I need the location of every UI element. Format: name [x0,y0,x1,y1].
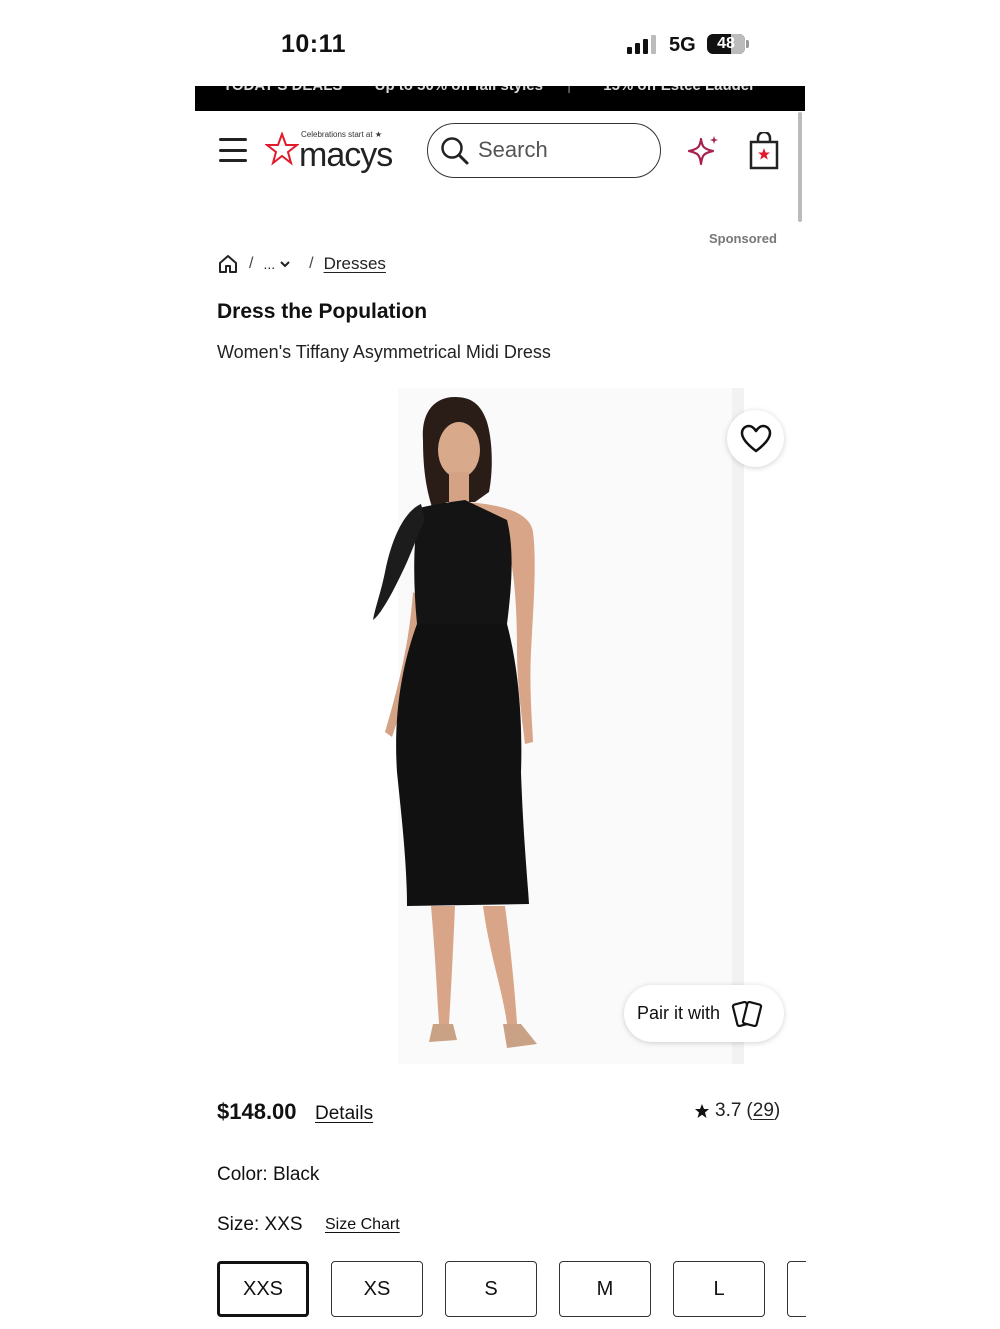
search-icon [441,137,469,165]
product-title: Women's Tiffany Asymmetrical Midi Dress [217,342,551,362]
battery-level: 48 [717,35,735,52]
promo-item[interactable]: 15% off Estée Lauder [603,86,755,94]
size-option-xs[interactable]: XS [331,1261,423,1317]
product-brand[interactable]: Dress the Population [217,300,427,324]
heart-icon [740,424,771,452]
promo-banner[interactable]: TODAY'S DEALS Up to 50% off fall styles … [195,86,805,111]
pair-it-with-label: Pair it with [637,1003,721,1023]
selected-color-label: Color: Black [217,1164,320,1185]
promo-item[interactable]: TODAY'S DEALS [223,86,342,94]
promo-separator: | [567,86,571,94]
rating-value: 3.7 [715,1100,742,1121]
breadcrumb: / ... / Dresses [217,252,386,276]
status-time: 10:11 [281,30,347,58]
battery-icon: 48 [707,34,749,54]
product-rating[interactable]: 3.7 (29) [694,1100,780,1122]
star-logo-icon [265,132,299,166]
sponsored-label: Sponsored [709,231,777,246]
cards-icon [731,1000,763,1027]
ai-sparkle-icon[interactable] [685,134,721,170]
product-price: $148.00 [217,1099,297,1124]
breadcrumb-ellipsis: ... [263,256,276,272]
size-option-s[interactable]: S [445,1261,537,1317]
size-options: XXS XS S M L [216,1260,806,1320]
home-icon[interactable] [217,253,239,275]
size-option-m[interactable]: M [559,1261,651,1317]
promo-item[interactable]: Up to 50% off fall styles [375,86,543,94]
review-count[interactable]: 29 [753,1100,774,1121]
breadcrumb-separator: / [309,255,314,272]
scrollbar[interactable] [798,112,802,222]
logo-wordmark: macys [299,136,393,174]
search-input[interactable] [478,137,648,163]
breadcrumb-separator: / [249,255,254,272]
pair-it-with-button[interactable]: Pair it with [624,985,784,1042]
network-type: 5G [669,34,696,56]
product-image[interactable] [355,392,565,1057]
size-option-next[interactable] [787,1261,806,1317]
site-header: Celebrations start at ★ macys [195,112,805,192]
signal-icon [627,34,656,54]
size-option-l[interactable]: L [673,1261,765,1317]
macys-logo[interactable]: Celebrations start at ★ macys [265,130,405,174]
hamburger-menu-icon[interactable] [219,138,247,162]
price-details-link[interactable]: Details [315,1103,373,1125]
image-carousel-edge [732,388,744,1064]
status-bar: 10:11 5G 48 [195,20,805,70]
breadcrumb-link-dresses[interactable]: Dresses [324,254,386,274]
search-bar[interactable] [427,123,661,178]
breadcrumb-collapsed[interactable]: ... [263,256,291,272]
size-chart-link[interactable]: Size Chart [325,1216,400,1234]
shopping-bag-icon[interactable] [749,132,779,170]
chevron-down-icon [280,261,290,268]
favorite-button[interactable] [727,410,784,467]
selected-size-label: Size: XXS [217,1214,303,1235]
size-option-xxs[interactable]: XXS [217,1261,309,1317]
star-icon [695,1104,709,1118]
